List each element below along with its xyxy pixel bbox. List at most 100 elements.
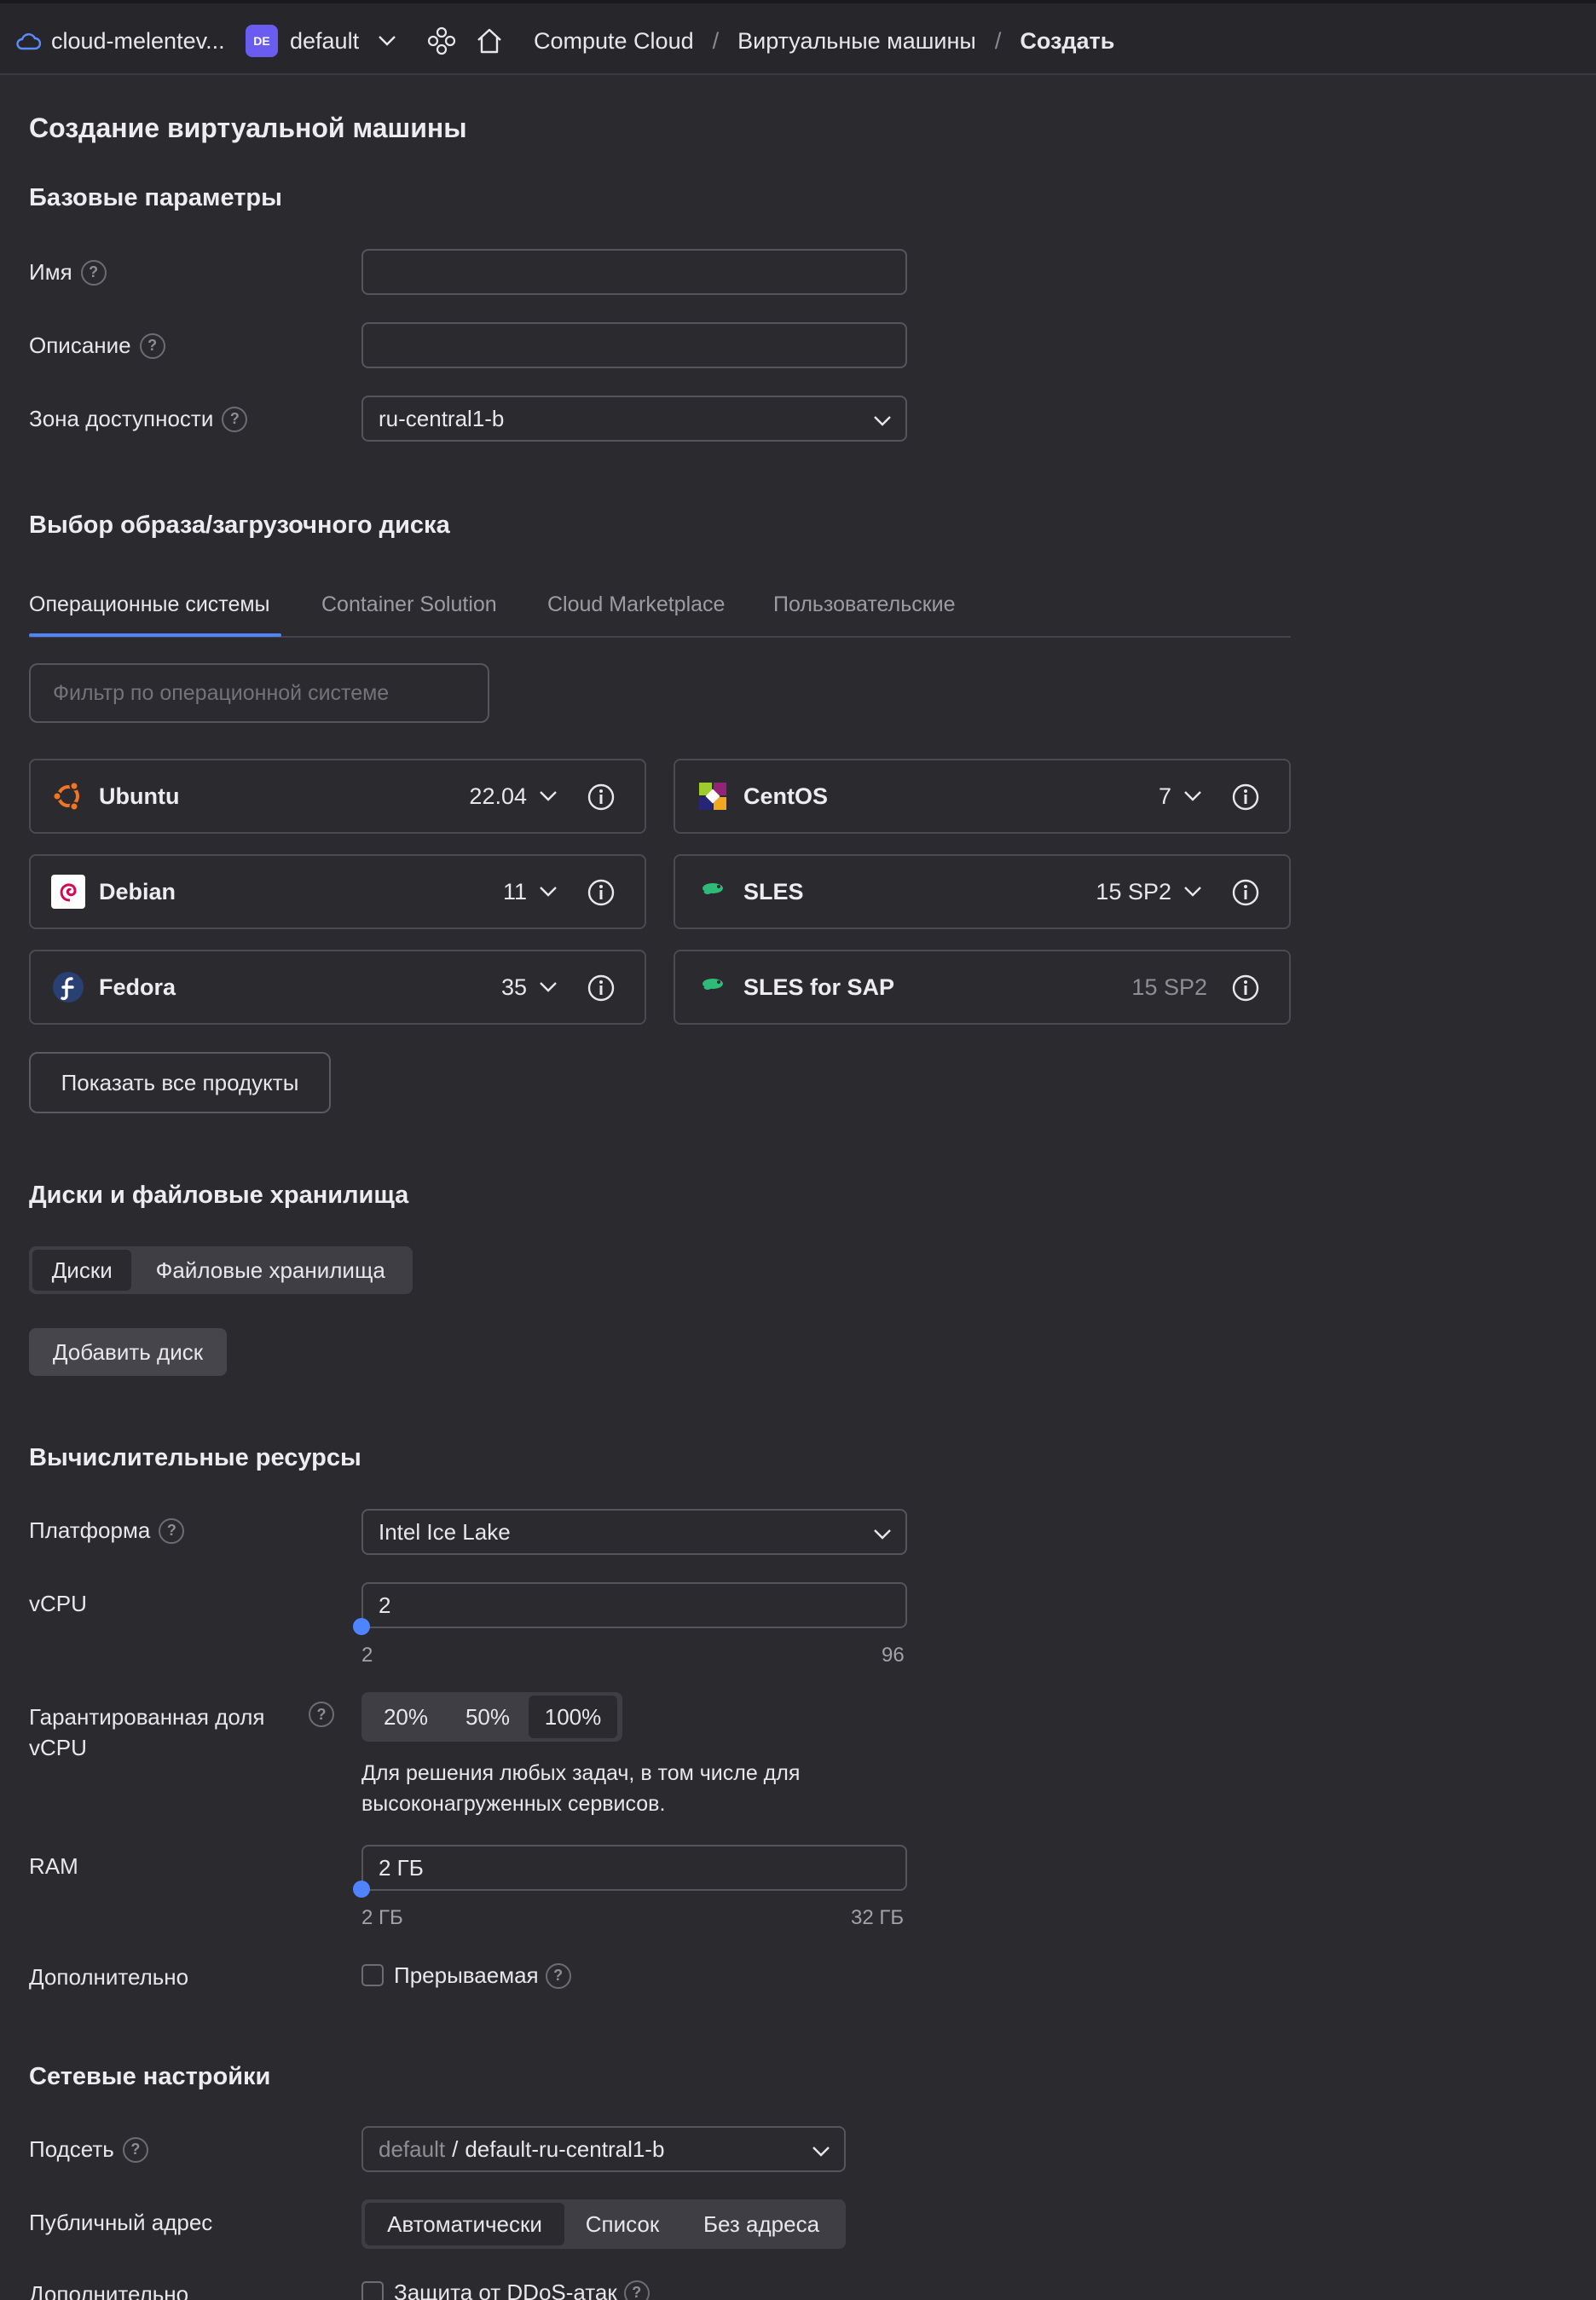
os-filter-input[interactable]: Фильтр по операционной системе (29, 663, 489, 723)
preemptible-row: Прерываемая ? (394, 1962, 571, 1989)
tab-os[interactable]: Операционные системы (29, 592, 270, 617)
share-option-20[interactable]: 20% (365, 1696, 447, 1738)
section-disks: Диски и файловые хранилища (29, 1182, 409, 1209)
preemptible-checkbox[interactable] (361, 1964, 384, 1986)
info-icon[interactable] (1231, 878, 1260, 911)
section-network: Сетевые настройки (29, 2063, 271, 2090)
help-icon[interactable]: ? (222, 406, 248, 432)
services-icon (426, 26, 457, 56)
info-icon[interactable] (587, 783, 616, 816)
ram-max: 32 ГБ (851, 1906, 905, 1929)
os-card-debian[interactable]: Debian 11 (29, 854, 646, 929)
zone-value: ru-central1-b (379, 405, 505, 431)
description-input[interactable] (361, 322, 907, 368)
os-version: 11 (502, 878, 527, 904)
share-option-100[interactable]: 100% (529, 1696, 617, 1738)
page-title: Создание виртуальной машины (29, 113, 467, 143)
os-version-select[interactable]: 35 (501, 951, 558, 1023)
chevron-down-icon (539, 886, 558, 898)
home-button[interactable] (474, 3, 505, 78)
share-option-50[interactable]: 50% (447, 1696, 529, 1738)
cloud-selector[interactable]: cloud-melentev... (15, 3, 225, 78)
help-icon[interactable]: ? (122, 2136, 148, 2163)
os-card-ubuntu[interactable]: Ubuntu 22.04 (29, 759, 646, 834)
description-label-row: Описание ? (29, 332, 165, 359)
tab-cloud-marketplace[interactable]: Cloud Marketplace (547, 592, 725, 617)
ddos-label: Защита от DDoS-атак (394, 2280, 617, 2300)
guaranteed-share-label-line2: vCPU (29, 1735, 87, 1760)
chevron-down-icon (873, 409, 892, 436)
public-address-none[interactable]: Без адреса (680, 2203, 842, 2245)
help-icon[interactable]: ? (545, 1962, 571, 1989)
help-icon[interactable]: ? (159, 1517, 185, 1544)
os-name: Debian (99, 878, 176, 904)
ubuntu-logo-icon (51, 779, 85, 813)
breadcrumb-create: Создать (1020, 27, 1115, 54)
vcpu-input[interactable]: 2 (361, 1582, 907, 1628)
public-address-auto[interactable]: Автоматически (365, 2203, 564, 2245)
vcpu-max: 96 (882, 1644, 905, 1667)
os-card-centos[interactable]: CentOS 7 (674, 759, 1291, 834)
active-tab-indicator (29, 633, 281, 637)
tab-container-solution[interactable]: Container Solution (321, 592, 497, 617)
help-icon[interactable]: ? (623, 2280, 650, 2300)
platform-select[interactable]: Intel Ice Lake (361, 1509, 907, 1555)
platform-value: Intel Ice Lake (379, 1518, 511, 1545)
ram-min: 2 ГБ (361, 1906, 403, 1929)
show-all-products-button[interactable]: Показать все продукты (29, 1052, 331, 1113)
os-version-select[interactable]: 15 SP2 (1096, 856, 1202, 928)
breadcrumb-vms[interactable]: Виртуальные машины (737, 28, 976, 55)
chevron-down-icon (378, 35, 396, 47)
info-icon[interactable] (587, 878, 616, 911)
tab-file-storages[interactable]: Файловые хранилища (131, 1250, 409, 1291)
guaranteed-share-control: 20% 50% 100% (361, 1692, 622, 1742)
chevron-down-icon (539, 981, 558, 993)
sles-logo-icon (696, 875, 730, 909)
os-card-sles[interactable]: SLES 15 SP2 (674, 854, 1291, 929)
guaranteed-share-label-line1: Гарантированная доля (29, 1704, 265, 1730)
help-icon[interactable]: ? (139, 332, 165, 359)
os-name: CentOS (743, 783, 829, 809)
info-icon[interactable] (587, 974, 616, 1007)
tab-disks[interactable]: Диски (32, 1250, 132, 1291)
folder-selector[interactable]: DE default (246, 3, 396, 78)
ddos-checkbox[interactable] (361, 2281, 384, 2300)
os-version-select[interactable]: 22.04 (469, 760, 558, 832)
vcpu-slider-handle[interactable] (353, 1618, 370, 1635)
chevron-down-icon (873, 1523, 892, 1549)
share-note-line2: высоконагруженных сервисов. (361, 1792, 666, 1816)
os-name: SLES (743, 878, 804, 904)
os-card-fedora[interactable]: Fedora 35 (29, 950, 646, 1025)
add-disk-button[interactable]: Добавить диск (29, 1328, 227, 1376)
public-address-control: Автоматически Список Без адреса (361, 2199, 846, 2249)
zone-select[interactable]: ru-central1-b (361, 396, 907, 442)
os-version: 35 (500, 974, 527, 1000)
ram-input[interactable]: 2 ГБ (361, 1845, 907, 1891)
name-input[interactable] (361, 249, 907, 295)
os-name: SLES for SAP (743, 974, 895, 1000)
zone-label: Зона доступности (29, 406, 214, 431)
subnet-select[interactable]: default / default-ru-central1-b (361, 2126, 846, 2172)
tab-custom[interactable]: Пользовательские (773, 592, 956, 617)
ram-slider-handle[interactable] (353, 1881, 370, 1898)
debian-logo-icon (51, 875, 85, 909)
network-extra-label: Дополнительно (29, 2281, 189, 2300)
name-label-row: Имя ? (29, 259, 107, 286)
info-icon[interactable] (1231, 974, 1260, 1007)
info-icon[interactable] (1231, 783, 1260, 816)
os-version: 7 (1158, 783, 1171, 809)
services-button[interactable] (426, 3, 457, 78)
breadcrumb-compute-cloud[interactable]: Compute Cloud (534, 28, 694, 55)
os-version-select[interactable]: 7 (1159, 760, 1202, 832)
vcpu-min: 2 (361, 1644, 373, 1667)
os-version-select[interactable]: 11 (503, 856, 558, 928)
os-card-sles-for-sap[interactable]: SLES for SAP 15 SP2 (674, 950, 1291, 1025)
ddos-row: Защита от DDoS-атак ? (394, 2280, 650, 2300)
subnet-prefix: default (379, 2135, 446, 2162)
help-icon[interactable]: ? (80, 259, 107, 286)
public-address-list[interactable]: Список (564, 2203, 680, 2245)
fedora-logo-icon (51, 970, 85, 1004)
breadcrumb-separator: / (994, 27, 1002, 54)
os-name: Fedora (99, 974, 176, 1000)
help-icon[interactable]: ? (309, 1702, 334, 1727)
